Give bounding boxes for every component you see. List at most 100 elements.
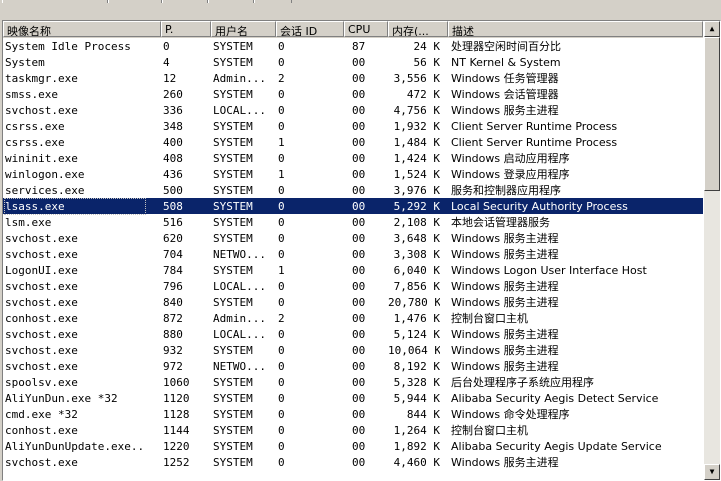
session-id-cell: 0 — [278, 328, 285, 341]
table-row[interactable]: svchost.exe 1252 SYSTEM 0 00 4,460 K Windows 服… — [3, 454, 703, 470]
arrow-up-icon[interactable]: ▲ — [704, 21, 720, 37]
user-name-cell: SYSTEM — [213, 56, 253, 69]
column-header-user[interactable]: 用户名 — [211, 21, 276, 37]
column-header: 映像名称 P. 用户名 会话 ID CPU 内存(... 描述 — [3, 21, 703, 38]
tab-3[interactable] — [162, 0, 208, 3]
session-id-cell: 0 — [278, 200, 285, 213]
session-id-cell: 0 — [278, 216, 285, 229]
tab-strip — [0, 0, 721, 20]
description-cell: Windows 会话管理器 — [451, 88, 559, 101]
session-id-cell: 0 — [278, 456, 285, 469]
session-id-cell: 0 — [278, 280, 285, 293]
description-cell: Windows 登录应用程序 — [451, 168, 570, 181]
pid-cell: 1144 — [163, 424, 190, 437]
image-name-cell: svchost.exe — [5, 232, 78, 245]
description-cell: 控制台窗口主机 — [451, 424, 528, 437]
table-row[interactable]: AliYunDun.exe *32 1120 SYSTEM 0 00 5,944 K Ali… — [3, 390, 703, 406]
table-row[interactable]: System 4 SYSTEM 0 00 56 K NT Kernel & System — [3, 54, 703, 70]
table-row[interactable]: cmd.exe *32 1128 SYSTEM 0 00 844 K Windows 命令处… — [3, 406, 703, 422]
pid-cell: 840 — [163, 296, 183, 309]
description-cell: Windows 服务主进程 — [451, 328, 559, 341]
user-name-cell: NETWO... — [213, 248, 266, 261]
pid-cell: 784 — [163, 264, 183, 277]
memory-cell: 1,476 K — [393, 312, 440, 325]
table-row[interactable]: svchost.exe 932 SYSTEM 0 00 10,064 K Windows 服… — [3, 342, 703, 358]
table-row[interactable]: winlogon.exe 436 SYSTEM 1 00 1,524 K Windows 登… — [3, 166, 703, 182]
tab-1[interactable] — [2, 0, 108, 3]
image-name-cell: svchost.exe — [5, 456, 78, 469]
table-row[interactable]: svchost.exe 704 NETWO... 0 00 3,308 K Windows … — [3, 246, 703, 262]
cpu-cell: 00 — [352, 424, 366, 437]
table-row[interactable]: AliYunDunUpdate.exe... 1220 SYSTEM 0 00 1,892… — [3, 438, 703, 454]
pid-cell: 972 — [163, 360, 183, 373]
description-cell: Windows 服务主进程 — [451, 456, 559, 469]
pid-cell: 1220 — [163, 440, 190, 453]
user-name-cell: SYSTEM — [213, 232, 253, 245]
table-row[interactable]: LogonUI.exe 784 SYSTEM 1 00 6,040 K Windows Lo… — [3, 262, 703, 278]
tab-5[interactable] — [254, 0, 292, 3]
cpu-cell: 00 — [352, 200, 366, 213]
memory-cell: 8,192 K — [393, 360, 440, 373]
column-header-session[interactable]: 会话 ID — [276, 21, 344, 37]
vertical-scrollbar[interactable]: ▲ ▼ — [704, 21, 720, 480]
column-header-pid[interactable]: P. — [161, 21, 211, 37]
pid-cell: 932 — [163, 344, 183, 357]
pid-cell: 500 — [163, 184, 183, 197]
table-row[interactable]: lsm.exe 516 SYSTEM 0 00 2,108 K 本地会话管理器服务 — [3, 214, 703, 230]
scrollbar-thumb[interactable] — [704, 37, 720, 191]
tab-2[interactable] — [108, 0, 162, 3]
table-row[interactable]: wininit.exe 408 SYSTEM 0 00 1,424 K Windows 启动… — [3, 150, 703, 166]
table-row[interactable]: svchost.exe 796 LOCAL... 0 00 7,856 K Windows … — [3, 278, 703, 294]
user-name-cell: SYSTEM — [213, 152, 253, 165]
table-row[interactable]: svchost.exe 336 LOCAL... 0 00 4,756 K Windows … — [3, 102, 703, 118]
column-header-image[interactable]: 映像名称 — [3, 21, 161, 37]
table-row[interactable]: conhost.exe 872 Admin... 2 00 1,476 K 控制台窗口主机 — [3, 310, 703, 326]
pid-cell: 1060 — [163, 376, 190, 389]
session-id-cell: 0 — [278, 344, 285, 357]
description-cell: Client Server Runtime Process — [451, 136, 618, 149]
column-header-cpu[interactable]: CPU — [344, 21, 388, 37]
process-list[interactable]: 映像名称 P. 用户名 会话 ID CPU 内存(... 描述 System I… — [2, 20, 721, 481]
image-name-cell: svchost.exe — [5, 328, 78, 341]
column-header-description[interactable]: 描述 — [448, 21, 703, 37]
session-id-cell: 1 — [278, 264, 285, 277]
table-row[interactable]: svchost.exe 620 SYSTEM 0 00 3,648 K Windows 服务… — [3, 230, 703, 246]
arrow-down-icon[interactable]: ▼ — [704, 464, 720, 480]
cpu-cell: 00 — [352, 312, 366, 325]
memory-cell: 2,108 K — [393, 216, 440, 229]
memory-cell: 1,484 K — [393, 136, 440, 149]
table-row[interactable]: taskmgr.exe 12 Admin... 2 00 3,556 K Windows 任… — [3, 70, 703, 86]
memory-cell: 5,328 K — [393, 376, 440, 389]
image-name-cell: lsm.exe — [5, 216, 52, 229]
user-name-cell: SYSTEM — [213, 344, 253, 357]
session-id-cell: 0 — [278, 104, 285, 117]
table-row[interactable]: csrss.exe 348 SYSTEM 0 00 1,932 K Client Serve… — [3, 118, 703, 134]
cpu-cell: 00 — [352, 328, 366, 341]
description-cell: Windows 服务主进程 — [451, 248, 559, 261]
table-row[interactable]: svchost.exe 880 LOCAL... 0 00 5,124 K Windows … — [3, 326, 703, 342]
column-header-memory[interactable]: 内存(... — [388, 21, 448, 37]
memory-cell: 7,856 K — [393, 280, 440, 293]
table-row[interactable]: services.exe 500 SYSTEM 0 00 3,976 K 服务和控制器应用程… — [3, 182, 703, 198]
pid-cell: 796 — [163, 280, 183, 293]
cpu-cell: 00 — [352, 408, 366, 421]
cpu-cell: 00 — [352, 72, 366, 85]
table-row[interactable]: svchost.exe 840 SYSTEM 0 00 20,780 K Windows 服… — [3, 294, 703, 310]
user-name-cell: SYSTEM — [213, 392, 253, 405]
table-row[interactable]: System Idle Process 0 SYSTEM 0 87 24 K 处理器空闲时间… — [3, 38, 703, 54]
table-row[interactable]: smss.exe 260 SYSTEM 0 00 472 K Windows 会话管理器 — [3, 86, 703, 102]
table-row[interactable]: svchost.exe 972 NETWO... 0 00 8,192 K Windows … — [3, 358, 703, 374]
session-id-cell: 0 — [278, 424, 285, 437]
table-row[interactable]: csrss.exe 400 SYSTEM 1 00 1,484 K Client Serve… — [3, 134, 703, 150]
table-row[interactable]: spoolsv.exe 1060 SYSTEM 0 00 5,328 K 后台处理程序子系统… — [3, 374, 703, 390]
session-id-cell: 0 — [278, 376, 285, 389]
pid-cell: 620 — [163, 232, 183, 245]
user-name-cell: SYSTEM — [213, 200, 253, 213]
memory-cell: 1,524 K — [393, 168, 440, 181]
image-name-cell: winlogon.exe — [5, 168, 85, 181]
image-name-cell: taskmgr.exe — [5, 72, 78, 85]
tab-4[interactable] — [208, 0, 254, 3]
description-cell: Windows 命令处理程序 — [451, 408, 570, 421]
table-row[interactable]: lsass.exe 508 SYSTEM 0 00 5,292 K Local Securi… — [3, 198, 703, 215]
table-row[interactable]: conhost.exe 1144 SYSTEM 0 00 1,264 K 控制台窗口主机 — [3, 422, 703, 438]
